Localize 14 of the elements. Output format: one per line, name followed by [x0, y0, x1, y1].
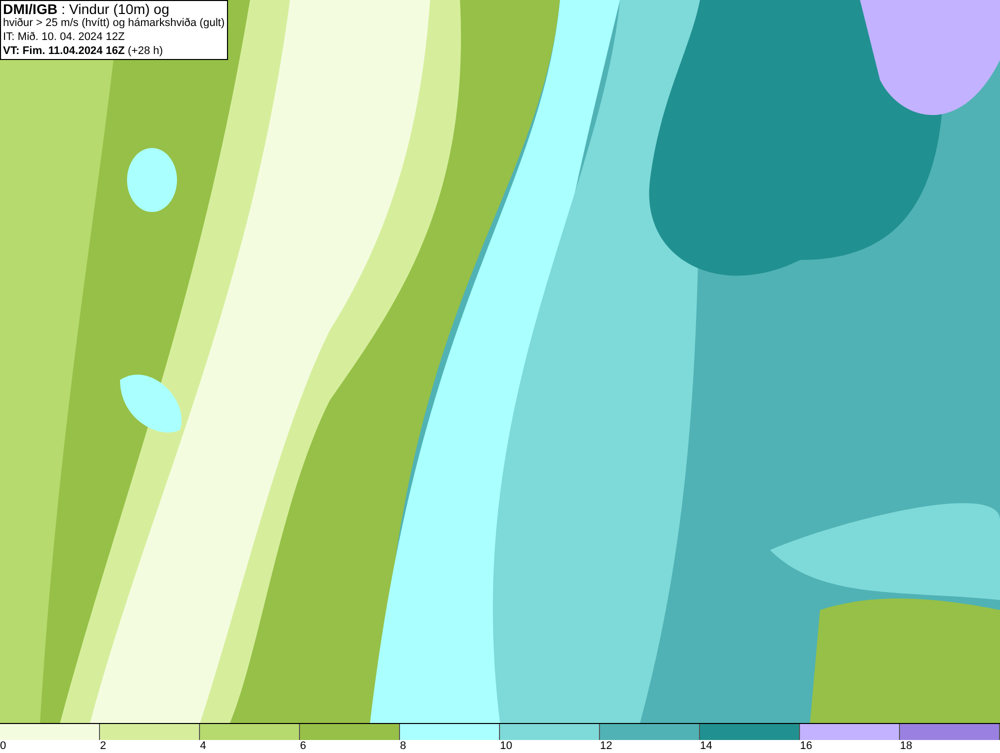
header-line: hviður > 25 m/s (hvítt) og hámarkshviða (gult)	[3, 17, 225, 30]
legend-label: 4	[200, 740, 206, 753]
legend-label: 10	[500, 740, 512, 753]
legend-label: 16	[800, 740, 812, 753]
legend-label: 6	[300, 740, 306, 753]
header-line: DMI/IGB : Vindur (10m) og	[3, 2, 170, 16]
header-line: IT: Mið. 10. 04. 2024 12Z	[3, 30, 126, 44]
legend-label: 18	[900, 740, 912, 753]
legend-label: 2	[100, 740, 106, 753]
legend-label: 0	[0, 740, 6, 753]
legend-label: 14	[700, 740, 712, 753]
legend-label: 12	[600, 740, 612, 753]
header-line: VT: Fim. 11.04.2024 16Z (+28 h)	[3, 44, 164, 58]
legend-label: 8	[400, 740, 406, 753]
